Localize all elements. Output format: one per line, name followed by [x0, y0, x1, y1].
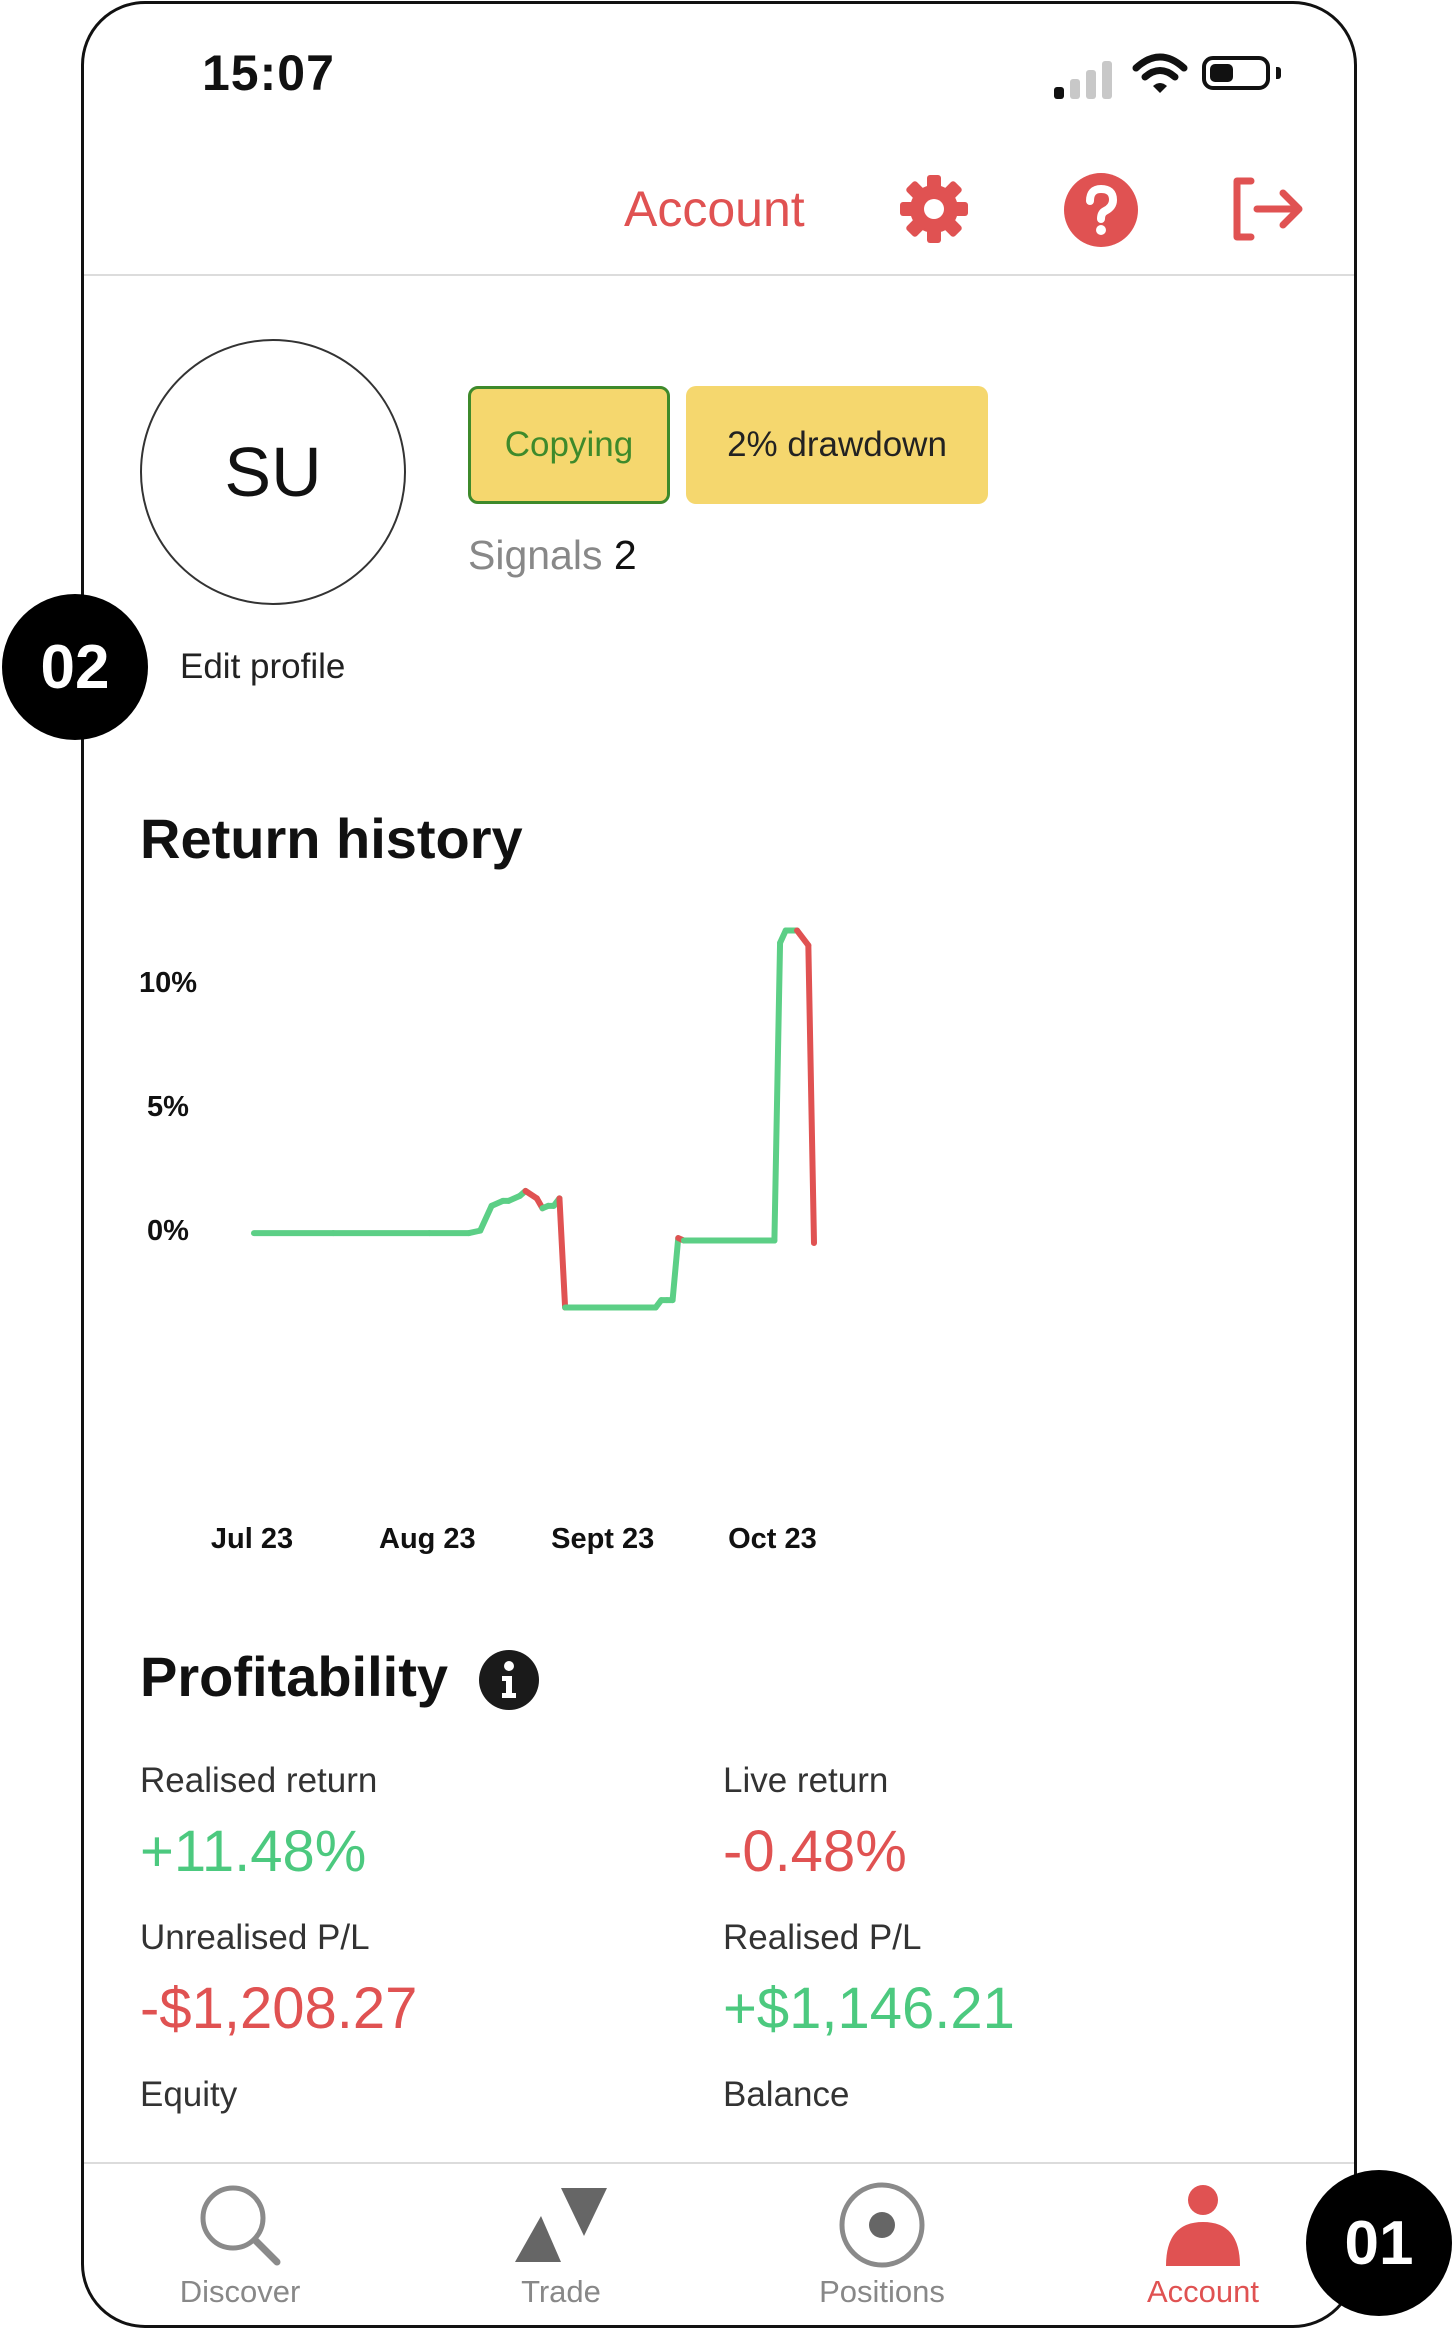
return-line-segment	[477, 1202, 495, 1234]
drawdown-badge-label: 2% drawdown	[727, 425, 947, 464]
signals-value: 2	[613, 532, 637, 578]
realised-pl-value: +$1,146.21	[723, 1976, 1015, 2041]
x-tick-label: Oct 23	[728, 1523, 817, 1555]
nav-item-discover[interactable]: Discover	[120, 2174, 360, 2324]
balance-label: Balance	[723, 2075, 850, 2114]
avatar[interactable]: SU	[140, 339, 406, 605]
return-line-segment	[805, 942, 817, 1247]
battery-nub	[1276, 67, 1281, 79]
info-icon[interactable]	[478, 1649, 540, 1711]
signal-bars-icon	[1054, 59, 1124, 99]
positions-icon	[839, 2182, 925, 2268]
copying-badge[interactable]: Copying	[468, 386, 670, 504]
y-tick-label: 0%	[147, 1215, 189, 1247]
nav-item-account[interactable]: Account	[1083, 2174, 1323, 2324]
realised-return-label: Realised return	[140, 1761, 378, 1800]
user-icon	[1166, 2185, 1240, 2266]
avatar-initials: SU	[224, 433, 322, 511]
drawdown-badge[interactable]: 2% drawdown	[686, 386, 988, 504]
trade-icon	[515, 2188, 607, 2262]
unrealised-pl-label: Unrealised P/L	[140, 1918, 370, 1957]
return-history-chart: 0% 5% 10% Jul 23 Aug 23 Sept 23 Oct 23	[139, 927, 817, 1555]
search-icon	[200, 2185, 281, 2266]
edit-profile-link[interactable]: Edit profile	[180, 647, 345, 687]
nav-divider	[84, 2162, 1354, 2164]
x-tick-label: Sept 23	[551, 1523, 654, 1555]
return-line-segment	[556, 1195, 569, 1311]
return-history-title: Return history	[140, 807, 523, 870]
status-time: 15:07	[202, 45, 335, 101]
step-badge-01: 01	[1306, 2170, 1452, 2316]
nav-item-positions[interactable]: Positions	[762, 2174, 1002, 2324]
x-tick-label: Jul 23	[211, 1523, 293, 1555]
realised-return-value: +11.48%	[140, 1819, 367, 1884]
equity-label: Equity	[140, 2075, 238, 2114]
nav-label-account: Account	[1146, 2274, 1259, 2309]
unrealised-pl-value: -$1,208.27	[140, 1976, 418, 2041]
nav-label-trade: Trade	[521, 2274, 601, 2309]
help-icon[interactable]	[1062, 171, 1140, 249]
nav-item-trade[interactable]: Trade	[441, 2174, 681, 2324]
page-title: Account	[624, 181, 805, 237]
live-return-label: Live return	[723, 1761, 889, 1800]
phone-frame: 15:07 Account SU Edit profile Copying 2%…	[81, 1, 1357, 2328]
battery-icon	[1202, 56, 1270, 90]
wifi-icon	[1132, 53, 1188, 93]
return-line-segment	[669, 1235, 682, 1304]
header-divider	[84, 274, 1354, 276]
x-tick-label: Aug 23	[379, 1523, 476, 1555]
nav-label-discover: Discover	[179, 2274, 301, 2309]
y-tick-label: 5%	[147, 1091, 189, 1123]
signals-label: Signals	[468, 532, 603, 578]
live-return-value: -0.48%	[723, 1819, 907, 1884]
realised-pl-label: Realised P/L	[723, 1918, 922, 1957]
logout-icon[interactable]	[1227, 171, 1307, 247]
step-badge-02: 02	[2, 594, 148, 740]
battery-level	[1210, 64, 1233, 82]
y-tick-label: 10%	[139, 967, 197, 999]
signals-count: Signals 2	[468, 532, 637, 579]
nav-label-positions: Positions	[819, 2274, 945, 2309]
copying-badge-label: Copying	[504, 425, 634, 464]
profitability-title: Profitability	[140, 1645, 449, 1708]
gear-icon[interactable]	[896, 171, 972, 247]
return-line-segment	[771, 939, 784, 1244]
